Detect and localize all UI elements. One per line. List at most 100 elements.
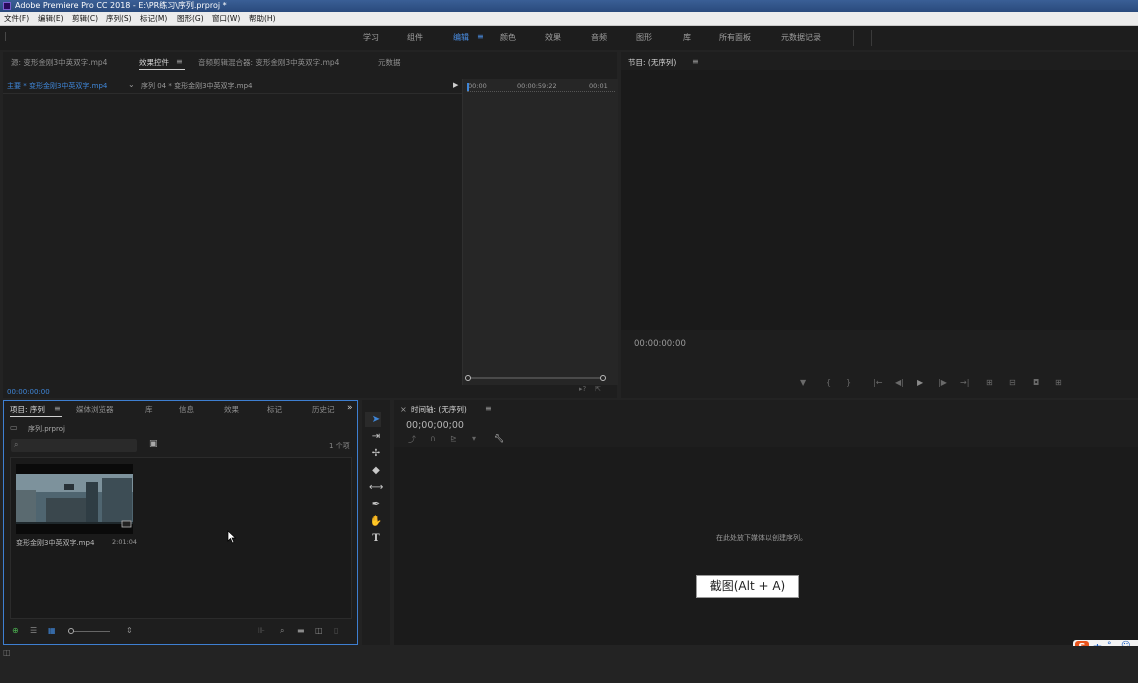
- zoom-handle-right[interactable]: [600, 375, 606, 381]
- search-input[interactable]: ⌕: [11, 439, 137, 452]
- timeline-timecode[interactable]: 00;00;00;00: [406, 420, 464, 431]
- razor-tool-icon[interactable]: ◆: [369, 464, 383, 477]
- ruler-ticks: [467, 91, 615, 93]
- more-tabs-icon[interactable]: »: [347, 403, 353, 413]
- workspace-all-panels[interactable]: 所有面板: [719, 32, 751, 43]
- add-marker-icon[interactable]: ▾: [472, 434, 476, 443]
- clip-name[interactable]: 变形金刚3中英双字.mp4: [16, 538, 94, 548]
- slip-tool-icon[interactable]: ⟷: [369, 481, 383, 494]
- automate-icon[interactable]: ⊪: [258, 626, 265, 635]
- sequence-clip-label[interactable]: 序列 04 * 变形金刚3中英双字.mp4: [141, 81, 252, 91]
- tab-info[interactable]: 信息: [179, 404, 194, 415]
- effect-controls-timecode[interactable]: 00:00:00:00: [7, 388, 50, 396]
- menu-graphics[interactable]: 图形(G): [177, 12, 204, 25]
- workspace-audio[interactable]: 音频: [591, 32, 607, 43]
- tab-source[interactable]: 源: 变形金刚3中英双字.mp4: [11, 57, 107, 68]
- workspace-menu-icon[interactable]: ≡: [477, 32, 484, 41]
- icon-view-icon[interactable]: ▦: [48, 626, 56, 635]
- extract-icon[interactable]: ⊟: [1009, 378, 1016, 387]
- step-back-icon[interactable]: ◀|: [895, 378, 904, 387]
- zoom-slider[interactable]: [68, 631, 110, 632]
- panel-menu-icon[interactable]: ≡: [54, 404, 61, 413]
- menu-marker[interactable]: 标记(M): [140, 12, 167, 25]
- workspace-effects[interactable]: 效果: [545, 32, 561, 43]
- nest-icon[interactable]: ⤴: [408, 434, 416, 445]
- menu-sequence[interactable]: 序列(S): [106, 12, 132, 25]
- camera-icon[interactable]: ◘: [1033, 378, 1039, 387]
- hand-tool-icon[interactable]: ✋: [369, 515, 383, 528]
- zoom-handle-left[interactable]: [465, 375, 471, 381]
- menu-file[interactable]: 文件(F): [4, 12, 29, 25]
- program-timecode[interactable]: 00:00:00:00: [634, 339, 686, 349]
- mouse-cursor-icon: [227, 530, 237, 544]
- button-editor-icon[interactable]: ⊞: [1055, 378, 1062, 387]
- screenshot-tooltip: 截图(Alt + A): [696, 575, 799, 598]
- menu-bar: 文件(F) 编辑(E) 剪辑(C) 序列(S) 标记(M) 图形(G) 窗口(W…: [0, 12, 1138, 26]
- menu-window[interactable]: 窗口(W): [212, 12, 240, 25]
- workspace-graphics[interactable]: 图形: [636, 32, 652, 43]
- lift-icon[interactable]: ⊞: [986, 378, 993, 387]
- tab-audio-clip-mixer[interactable]: 音频剪辑混合器: 变形金刚3中英双字.mp4: [198, 57, 339, 68]
- type-tool-icon[interactable]: T: [369, 532, 383, 545]
- zoom-scrollbar[interactable]: [467, 377, 605, 379]
- clip-thumbnail[interactable]: [16, 464, 133, 534]
- tab-media-browser[interactable]: 媒体浏览器: [76, 404, 114, 415]
- linked-selection-icon[interactable]: ⊵: [450, 434, 457, 443]
- tab-history[interactable]: 历史记: [312, 404, 335, 415]
- go-to-in-icon[interactable]: |←: [873, 378, 882, 387]
- tab-project[interactable]: 项目: 序列: [10, 404, 45, 415]
- mark-out-icon[interactable]: }: [846, 378, 851, 387]
- workspace-assembly[interactable]: 组件: [407, 32, 423, 43]
- timeline-title[interactable]: 时间轴: (无序列): [411, 404, 467, 415]
- status-icon: ◫: [3, 648, 11, 657]
- workspace-color[interactable]: 颜色: [500, 32, 516, 43]
- tab-effect-controls[interactable]: 效果控件: [139, 57, 169, 68]
- wrench-icon[interactable]: 🔧︎: [494, 434, 504, 443]
- panel-menu-icon[interactable]: ≡: [176, 57, 183, 66]
- tab-libraries[interactable]: 库: [145, 404, 153, 415]
- timeline-drop-area[interactable]: [394, 447, 1138, 645]
- go-to-out-icon[interactable]: →|: [960, 378, 969, 387]
- workspace-learning[interactable]: 学习: [363, 32, 379, 43]
- filter-icon[interactable]: ▸?: [579, 385, 586, 393]
- tab-effects[interactable]: 效果: [224, 404, 239, 415]
- menu-clip[interactable]: 剪辑(C): [72, 12, 98, 25]
- workspace-libraries[interactable]: 库: [683, 32, 691, 43]
- add-marker-icon[interactable]: ▼: [800, 378, 806, 387]
- find-icon[interactable]: ⌕: [280, 626, 284, 636]
- snap-icon[interactable]: ∩: [430, 434, 436, 443]
- step-forward-icon[interactable]: |▶: [938, 378, 947, 387]
- menu-edit[interactable]: 编辑(E): [38, 12, 64, 25]
- sort-icon[interactable]: ⇕: [126, 626, 133, 635]
- menu-help[interactable]: 帮助(H): [249, 12, 276, 25]
- workspace-editing[interactable]: 编辑: [453, 32, 469, 43]
- new-bin-from-search-icon[interactable]: ▣: [149, 439, 158, 449]
- export-icon[interactable]: ⇱: [595, 385, 601, 393]
- mark-in-icon[interactable]: {: [826, 378, 831, 387]
- list-view-icon[interactable]: ☰: [30, 626, 37, 635]
- pen-tool-icon[interactable]: ✒: [369, 498, 383, 511]
- chevron-down-icon[interactable]: ⌄: [128, 80, 135, 89]
- play-icon[interactable]: ▶: [917, 378, 923, 387]
- master-clip-label[interactable]: 主要 * 变形金刚3中英双字.mp4: [7, 81, 107, 91]
- lock-icon[interactable]: ⊕: [12, 626, 19, 635]
- program-monitor-title[interactable]: 节目: (无序列): [628, 57, 676, 68]
- workspace-metadata-logging[interactable]: 元数据记录: [781, 32, 821, 43]
- new-item-icon[interactable]: ◫: [315, 626, 323, 635]
- clip-duration: 2:01:04: [112, 538, 138, 546]
- tab-markers[interactable]: 标记: [267, 404, 282, 415]
- project-footer: ⊕ ☰ ▦ ⇕ ⊪ ⌕ ▬ ◫ ▯: [10, 626, 350, 640]
- tab-metadata[interactable]: 元数据: [378, 57, 401, 68]
- play-arrow-icon[interactable]: ▶: [453, 81, 458, 89]
- track-select-tool-icon[interactable]: ⇥: [369, 430, 383, 443]
- close-icon[interactable]: ×: [400, 405, 407, 414]
- ripple-edit-tool-icon[interactable]: ✢: [369, 447, 383, 460]
- clear-icon[interactable]: ▯: [334, 626, 338, 635]
- panel-menu-icon[interactable]: ≡: [692, 57, 699, 66]
- zoom-slider-handle[interactable]: [68, 628, 74, 634]
- selection-tool-icon[interactable]: ➤: [369, 413, 383, 426]
- panel-menu-icon[interactable]: ≡: [485, 404, 492, 413]
- program-viewer: [621, 70, 1138, 330]
- new-bin-icon[interactable]: ▬: [297, 626, 305, 635]
- window-title-bar: Adobe Premiere Pro CC 2018 - E:\PR练习\序列.…: [0, 0, 1138, 12]
